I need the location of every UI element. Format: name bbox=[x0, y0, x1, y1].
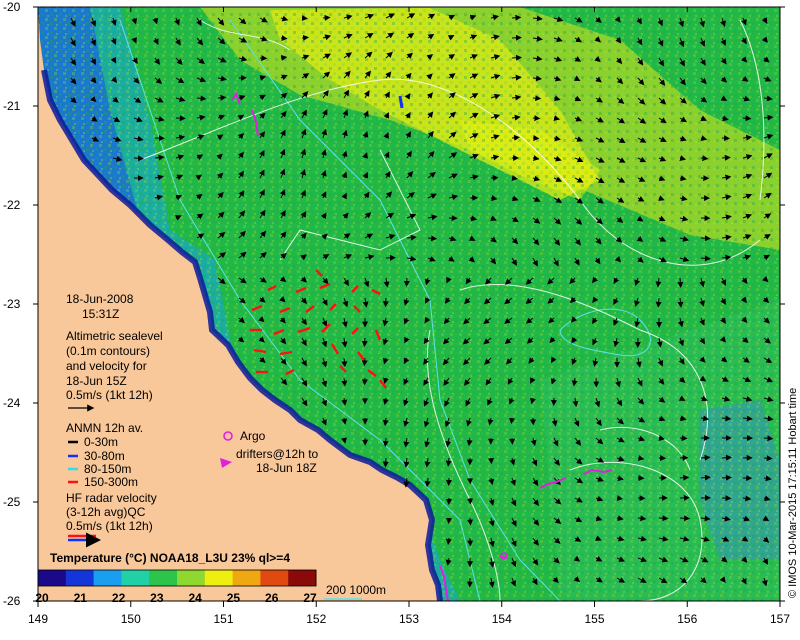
legend-hf-line-2: (3-12h avg)QC bbox=[66, 505, 146, 519]
legend-hf-line-3: 0.5m/s (1kt 12h) bbox=[66, 519, 153, 533]
velocity-arrow bbox=[511, 134, 520, 141]
velocity-arrow bbox=[700, 255, 711, 262]
legend-argo-label: Argo bbox=[240, 429, 266, 443]
colorbar-cell bbox=[149, 570, 178, 586]
velocity-arrow bbox=[445, 537, 452, 545]
velocity-arrow bbox=[700, 474, 711, 481]
sst-current-map: 149 150 151 152 153 154 155 156 157 -20 -21 -22 -23… bbox=[3, 0, 799, 626]
legend-anmn-title: ANMN 12h av. bbox=[66, 421, 143, 435]
isobath-legend-label: 200 1000m bbox=[326, 583, 386, 597]
velocity-arrow bbox=[721, 454, 732, 461]
colorbar-tick-label: 24 bbox=[188, 591, 202, 605]
velocity-arrow bbox=[511, 175, 518, 181]
colorbar-cell bbox=[260, 570, 289, 586]
velocity-arrow bbox=[679, 515, 690, 522]
colorbar-cell bbox=[93, 570, 122, 586]
colorbar-cell bbox=[121, 570, 150, 586]
velocity-arrow bbox=[679, 474, 690, 481]
legend-time: 15:31Z bbox=[82, 307, 119, 321]
velocity-arrow bbox=[361, 337, 368, 347]
y-tick-label: -22 bbox=[3, 198, 21, 212]
x-tick-label: 153 bbox=[399, 612, 419, 626]
velocity-arrow bbox=[700, 454, 711, 461]
y-tick-label: -20 bbox=[3, 0, 21, 14]
legend-drifter-line-2: 18-Jun 18Z bbox=[256, 461, 317, 475]
legend-hf-line-1: HF radar velocity bbox=[66, 491, 157, 505]
colorbar-tick-label: 27 bbox=[303, 591, 317, 605]
colorbar-tick-label: 20 bbox=[35, 591, 49, 605]
colorbar-cell bbox=[288, 570, 317, 586]
x-tick-label: 149 bbox=[28, 612, 48, 626]
colorbar-tick-label: 25 bbox=[227, 591, 241, 605]
colorbar-title: Temperature (°C) NOAA18_L3U 23% ql>=4 bbox=[50, 551, 290, 565]
velocity-arrow bbox=[280, 35, 288, 42]
velocity-arrow bbox=[509, 417, 515, 425]
velocity-arrow bbox=[133, 155, 144, 162]
velocity-arrow bbox=[511, 74, 522, 81]
velocity-arrow bbox=[721, 474, 732, 481]
legend-anmn-item-2: 30-80m bbox=[84, 449, 125, 463]
y-tick-label: -25 bbox=[3, 495, 21, 509]
velocity-arrow bbox=[658, 515, 669, 522]
velocity-arrow bbox=[511, 54, 522, 61]
velocity-arrow bbox=[742, 115, 752, 122]
velocity-arrow bbox=[217, 94, 227, 101]
legend-anmn-item-1: 0-30m bbox=[84, 435, 118, 449]
velocity-arrow bbox=[700, 235, 711, 242]
colorbar-cell bbox=[204, 570, 234, 586]
velocity-arrow bbox=[301, 34, 309, 41]
x-tick-label: 151 bbox=[213, 612, 233, 626]
legend-date: 18-Jun-2008 bbox=[66, 292, 134, 306]
velocity-arrow bbox=[382, 437, 389, 447]
velocity-arrow bbox=[322, 14, 331, 21]
velocity-arrow bbox=[382, 457, 389, 468]
y-tick-label: -24 bbox=[3, 396, 21, 410]
colorbar-cell bbox=[177, 570, 206, 586]
legend-altimetry-line-4: 18-Jun 15Z bbox=[66, 374, 127, 388]
legend-drifter-line-1: drifters@12h to bbox=[236, 447, 319, 461]
colorbar-cell bbox=[65, 570, 95, 586]
legend-anmn-item-4: 150-300m bbox=[84, 475, 138, 489]
legend-altimetry-line-2: (0.1m contours) bbox=[66, 344, 150, 358]
velocity-arrow bbox=[280, 54, 288, 61]
colorbar-cell bbox=[38, 570, 67, 586]
velocity-arrow bbox=[721, 154, 731, 161]
x-tick-label: 157 bbox=[770, 612, 790, 626]
velocity-arrow bbox=[427, 235, 438, 242]
x-tick-label: 150 bbox=[121, 612, 141, 626]
credit-text: © IMOS 10-Mar-2015 17:15:11 Hobart time bbox=[787, 388, 799, 598]
velocity-arrow bbox=[445, 457, 452, 467]
y-tick-label: -23 bbox=[3, 297, 21, 311]
velocity-arrow bbox=[677, 277, 684, 288]
velocity-arrow bbox=[655, 297, 662, 308]
velocity-arrow bbox=[511, 14, 522, 21]
colorbar-cell bbox=[232, 570, 261, 586]
y-tick-label: -21 bbox=[3, 99, 21, 113]
colorbar-tick-label: 26 bbox=[265, 591, 279, 605]
x-tick-label: 156 bbox=[677, 612, 697, 626]
legend-altimetry-line-5: 0.5m/s (1kt 12h) bbox=[66, 388, 153, 402]
colorbar-tick-label: 23 bbox=[150, 591, 164, 605]
colorbar-tick-label: 22 bbox=[112, 591, 126, 605]
y-tick-label: -26 bbox=[3, 594, 21, 608]
x-tick-label: 154 bbox=[492, 612, 512, 626]
velocity-arrow bbox=[763, 455, 773, 462]
velocity-arrow bbox=[532, 95, 542, 102]
x-tick-label: 155 bbox=[584, 612, 604, 626]
legend-altimetry-line-3: and velocity for bbox=[66, 359, 147, 373]
velocity-arrow bbox=[700, 155, 709, 162]
legend-anmn-item-3: 80-150m bbox=[84, 462, 131, 476]
x-tick-label: 152 bbox=[306, 612, 326, 626]
colorbar-tick-label: 21 bbox=[74, 591, 88, 605]
anmn-mooring-arrow bbox=[398, 95, 404, 109]
legend-altimetry-line-1: Altimetric sealevel bbox=[66, 329, 163, 343]
velocity-arrow bbox=[763, 435, 774, 442]
velocity-arrow bbox=[616, 495, 624, 501]
